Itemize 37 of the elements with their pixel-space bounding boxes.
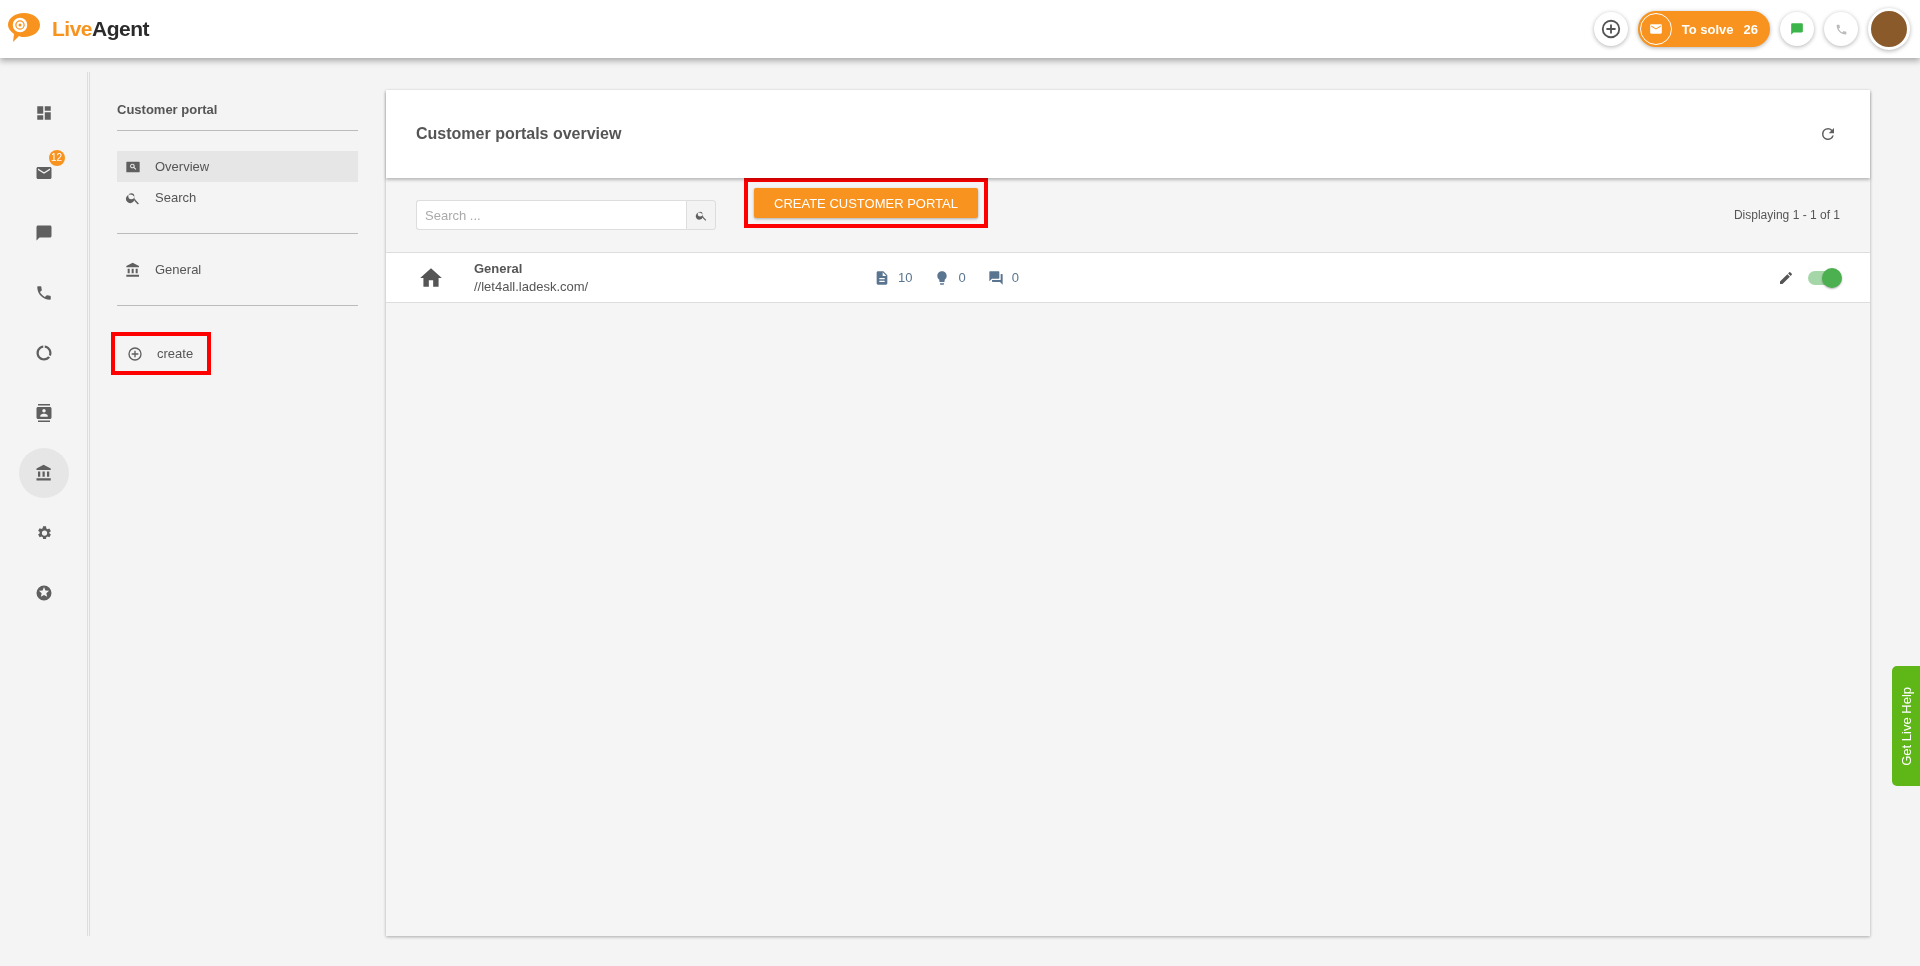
chat-button[interactable] <box>1780 12 1814 46</box>
article-count: 10 <box>898 270 913 285</box>
search-button[interactable] <box>686 200 716 230</box>
ring-chart-icon <box>34 344 53 362</box>
logo-text: LiveAgent <box>52 17 150 41</box>
phone-icon <box>1834 22 1848 36</box>
search-field[interactable]: Search ... <box>416 200 686 230</box>
dashboard-icon <box>34 104 53 122</box>
add-button[interactable] <box>1593 12 1628 46</box>
refresh-icon <box>1819 125 1837 143</box>
menu-item[interactable]: create <box>119 338 202 369</box>
bank-icon <box>125 261 141 278</box>
panel-title: Customer portals overview <box>416 125 623 143</box>
forum-icon <box>987 269 1004 286</box>
submenu-title: Customer portal <box>117 102 219 119</box>
menu-item[interactable]: Overview <box>117 151 358 182</box>
edit-icon <box>1778 269 1794 286</box>
chat-icon <box>34 224 53 242</box>
toggle-switch[interactable] <box>1808 270 1840 285</box>
menu-item[interactable]: Search <box>117 182 358 213</box>
count-badge: 12 <box>48 150 65 166</box>
portal-name: General <box>474 261 524 276</box>
phone-icon <box>34 284 53 302</box>
menu-item[interactable]: General <box>117 254 358 285</box>
topic-count: 0 <box>1011 270 1019 285</box>
portal-url: //let4all.ladesk.com/ <box>474 279 590 294</box>
mail-icon <box>34 164 53 182</box>
bank-icon <box>34 464 53 482</box>
avatar[interactable] <box>1868 8 1910 50</box>
contact-card-icon <box>34 404 53 422</box>
nav-item[interactable] <box>18 448 69 498</box>
mail-icon <box>1648 22 1663 36</box>
chat-icon <box>1790 22 1804 36</box>
idea-count: 0 <box>958 270 966 285</box>
paging-info: Displaying 1 - 1 of 1 <box>1733 208 1840 222</box>
star-icon <box>34 584 53 602</box>
document-icon <box>874 269 890 286</box>
